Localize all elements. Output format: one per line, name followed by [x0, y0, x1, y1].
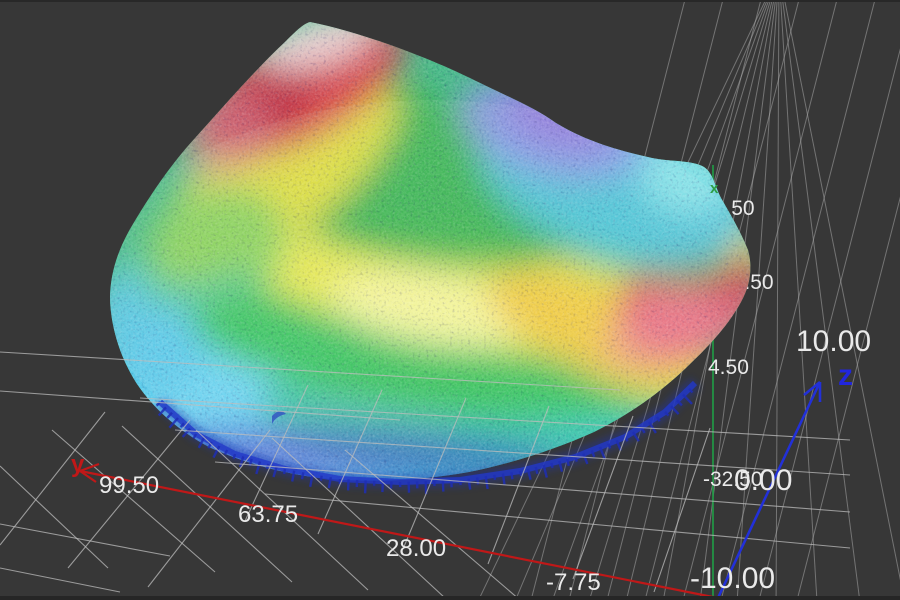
- surface-plot-canvas[interactable]: 78.50 41.50 99.50 63.75 28.00 -7.75 4.50…: [0, 0, 900, 600]
- z-axis-tick-neg-10-00: -10.00: [690, 562, 775, 595]
- y-axis-label: y: [71, 451, 85, 478]
- z-axis-label: z: [838, 359, 853, 392]
- frame-strip-bottom: [0, 596, 900, 600]
- y-axis-tick-63-75: 63.75: [238, 501, 298, 528]
- surface-plot-viewport[interactable]: 78.50 41.50 99.50 63.75 28.00 -7.75 4.50…: [0, 0, 900, 600]
- z-axis-tick-0-00: 0.00: [734, 464, 792, 497]
- y-axis-tick-28-00: 28.00: [386, 535, 446, 562]
- y-axis-tick-neg-7-75: -7.75: [546, 569, 601, 596]
- y-axis-tick-99-50: 99.50: [99, 472, 159, 499]
- x-axis-label: x: [710, 180, 719, 197]
- x-axis-tick-4-50: 4.50: [708, 356, 749, 379]
- frame-strip-top: [0, 0, 900, 2]
- z-axis-tick-10-00: 10.00: [796, 325, 871, 358]
